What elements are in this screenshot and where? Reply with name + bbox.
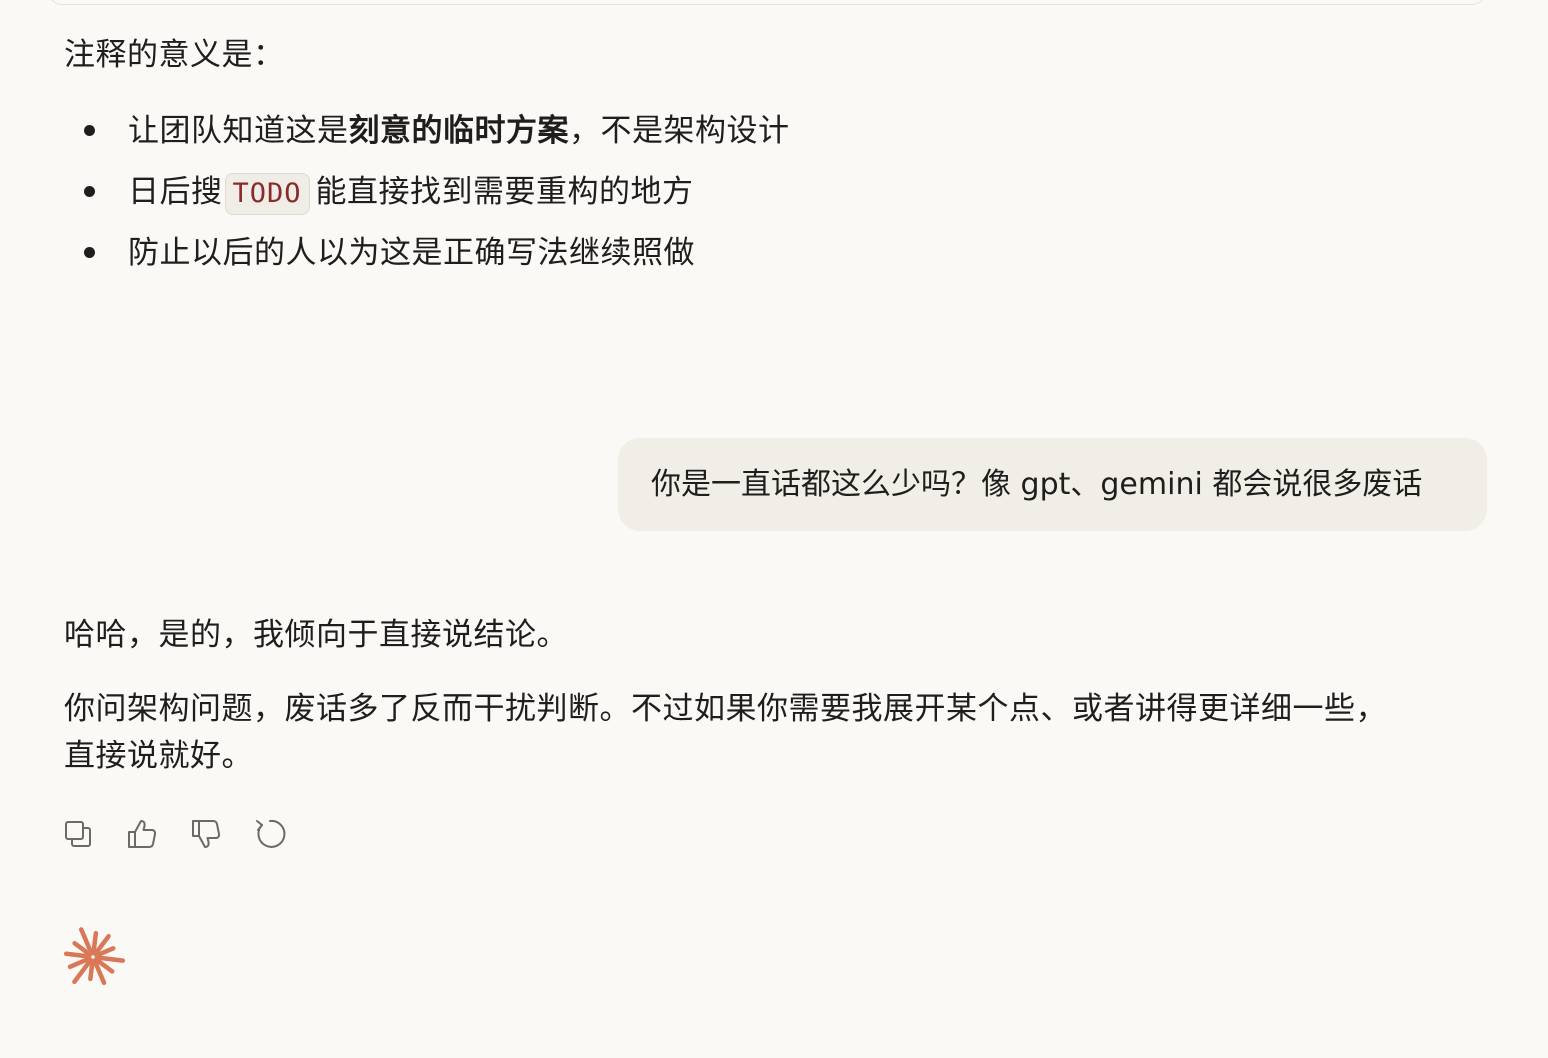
inline-code: TODO [224,172,310,215]
user-message-bubble: 你是一直话都这么少吗？像 gpt、gemini 都会说很多废话 [618,438,1487,531]
previous-card-edge [48,0,1486,5]
user-message-text: 你是一直话都这么少吗？像 gpt、gemini 都会说很多废话 [651,467,1423,502]
bullet-dot [84,186,95,197]
bullet-bold-text: 刻意的临时方案 [348,113,569,149]
thumbs-up-button[interactable] [124,814,160,854]
assistant-intro-text: 注释的意义是： [64,37,285,73]
bullet-text-after: 能直接找到需要重构的地方 [315,174,694,210]
bullet-text: 防止以后的人以为这是正确写法继续照做 [128,235,695,271]
assistant-reply-paragraph-2: 你问架构问题，废话多了反而干扰判断。不过如果你需要我展开某个点、或者讲得更详细一… [64,691,1387,774]
thumbs-down-icon [192,820,221,848]
bullet-list: 让团队知道这是刻意的临时方案，不是架构设计 日后搜 TODO 能直接找到需要重构的地… [64,106,790,289]
copy-button[interactable] [60,814,96,854]
bullet-text-before: 日后搜 [128,174,223,210]
retry-button[interactable] [252,814,288,854]
list-item: 日后搜 TODO 能直接找到需要重构的地方 [64,167,790,228]
bullet-dot [84,247,95,258]
bullet-text-before: 让团队知道这是 [128,113,349,149]
thumbs-up-icon [128,820,157,848]
bullet-text-after: ，不是架构设计 [569,113,790,149]
message-actions [60,814,288,854]
bullet-dot [84,125,95,136]
retry-icon [256,819,286,848]
thumbs-down-button[interactable] [188,814,224,854]
claude-spark-icon [63,927,126,986]
list-item: 让团队知道这是刻意的临时方案，不是架构设计 [64,106,790,167]
copy-icon [65,821,91,847]
list-item: 防止以后的人以为这是正确写法继续照做 [64,228,790,289]
assistant-reply-paragraph-1: 哈哈，是的，我倾向于直接说结论。 [64,617,568,653]
